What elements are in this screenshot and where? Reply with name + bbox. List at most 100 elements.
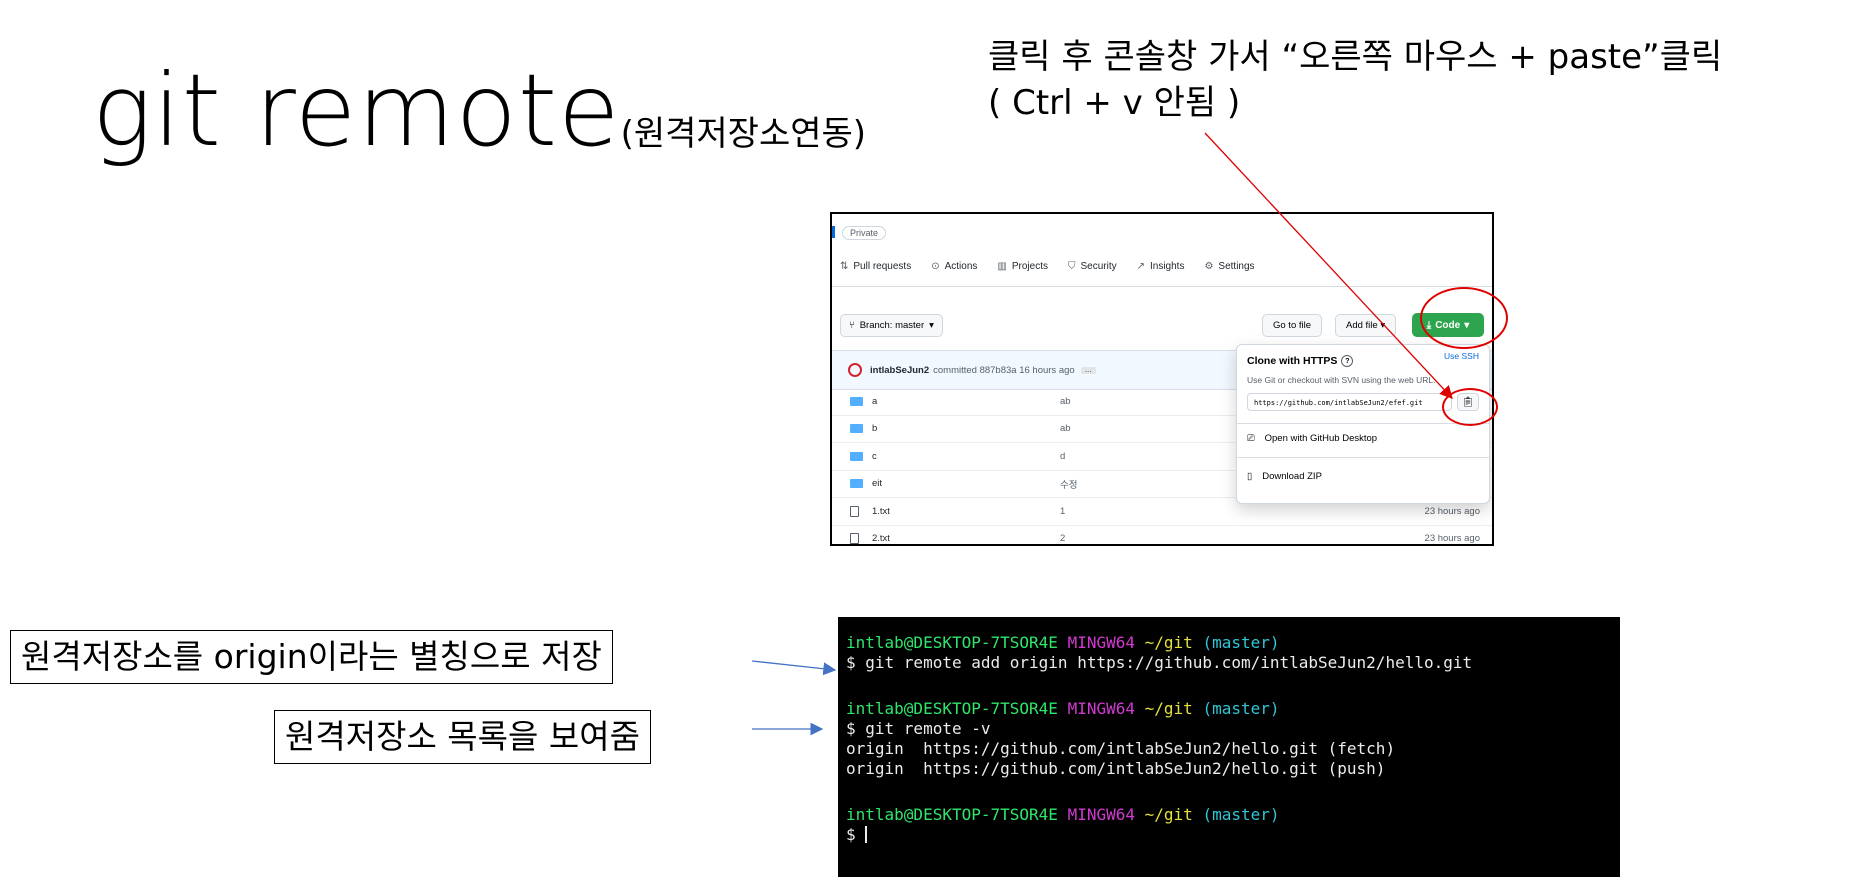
prompt-user: intlab@DESKTOP-7TSOR4E: [846, 633, 1058, 652]
tab-label: Pull requests: [853, 261, 912, 272]
commit-ellipsis-button[interactable]: …: [1080, 366, 1096, 374]
prompt-user: intlab@DESKTOP-7TSOR4E: [846, 699, 1058, 718]
clone-dropdown: Clone with HTTPS? Use SSH Use Git or che…: [1236, 344, 1490, 504]
file-name[interactable]: eit: [872, 478, 882, 489]
tab-label: Security: [1080, 261, 1117, 272]
graph-icon: ↗: [1136, 261, 1145, 272]
avatar: [848, 363, 862, 377]
prompt-branch: (master): [1202, 699, 1280, 718]
edge-mark: [832, 226, 835, 238]
folder-icon: [850, 424, 863, 434]
origin-alias-label: 원격저장소를 origin이라는 별칭으로 저장: [10, 630, 613, 684]
slide-title: git remote(원격저장소연동): [92, 52, 866, 169]
terminal-input-line[interactable]: $: [846, 825, 868, 845]
terminal-prompt: intlab@DESKTOP-7TSOR4E MINGW64 ~/git (ma…: [846, 805, 1280, 825]
instruction-line-1: 클릭 후 콘솔창 가서 “오른쪽 마우스 + paste”클릭: [988, 37, 1723, 77]
branch-select-button[interactable]: ⑂ Branch: master ▾: [840, 314, 943, 337]
github-repo-screenshot: Private ⇅ Pull requests ⊙ Actions ▥ Project…: [830, 212, 1494, 546]
file-row[interactable]: 2.txt 2 23 hours ago: [832, 526, 1492, 545]
terminal-prompt: intlab@DESKTOP-7TSOR4E MINGW64 ~/git (ma…: [846, 633, 1280, 653]
title-sub: (원격저장소연동): [620, 114, 867, 154]
file-commit-message: 수정: [1060, 479, 1078, 491]
play-icon: ⊙: [931, 261, 940, 272]
clone-url-field[interactable]: https://github.com/intlabSeJun2/efef.git: [1247, 393, 1452, 411]
tab-label: Actions: [944, 261, 978, 272]
tab-settings[interactable]: ⚙ Settings: [1204, 261, 1254, 272]
terminal-command: $ git remote add origin https://github.c…: [846, 653, 1473, 672]
gear-icon: ⚙: [1204, 261, 1214, 272]
file-commit-message: ab: [1060, 423, 1071, 435]
code-button-highlight: [1420, 287, 1508, 349]
terminal-prompt: intlab@DESKTOP-7TSOR4E MINGW64 ~/git (ma…: [846, 699, 1280, 719]
prompt-dollar: $: [846, 825, 866, 844]
file-commit-message: d: [1060, 450, 1066, 462]
tab-pull-requests[interactable]: ⇅ Pull requests: [840, 261, 911, 272]
clone-hint: Use Git or checkout with SVN using the w…: [1247, 375, 1436, 385]
prompt-user: intlab@DESKTOP-7TSOR4E: [846, 805, 1058, 824]
go-to-file-button[interactable]: Go to file: [1262, 314, 1323, 337]
clone-title: Clone with HTTPS?: [1247, 355, 1354, 367]
prompt-env: MINGW64: [1067, 805, 1135, 824]
tab-insights[interactable]: ↗ Insights: [1137, 261, 1185, 272]
open-desktop-label: Open with GitHub Desktop: [1264, 433, 1378, 444]
add-file-button[interactable]: Add file ▾: [1335, 314, 1397, 337]
file-commit-message: ab: [1060, 395, 1071, 407]
dropdown-divider: [1237, 423, 1489, 424]
folder-icon: [850, 396, 863, 406]
file-icon: [850, 505, 859, 517]
tab-label: Insights: [1149, 261, 1185, 272]
copy-button-highlight: [1442, 388, 1498, 426]
tab-security[interactable]: ⛉ Security: [1068, 261, 1117, 272]
download-zip-button[interactable]: ▯ Download ZIP: [1247, 471, 1322, 482]
folder-icon: [850, 451, 863, 461]
prompt-path: ~/git: [1144, 633, 1193, 652]
file-name[interactable]: b: [872, 423, 877, 434]
open-desktop-button[interactable]: ⎚ Open with GitHub Desktop: [1247, 433, 1377, 444]
prompt-path: ~/git: [1144, 805, 1193, 824]
terminal-window[interactable]: intlab@DESKTOP-7TSOR4E MINGW64 ~/git (ma…: [838, 617, 1620, 877]
file-commit-message: 1: [1060, 505, 1066, 517]
dropdown-divider: [1237, 457, 1489, 458]
commit-message: committed 887b83a 16 hours ago: [933, 364, 1075, 376]
title-main: git remote: [92, 52, 621, 169]
clone-title-text: Clone with HTTPS: [1247, 355, 1338, 367]
commit-author[interactable]: intlabSeJun2: [870, 365, 929, 376]
file-time: 23 hours ago: [1424, 505, 1480, 517]
file-name[interactable]: c: [872, 451, 877, 462]
file-commit-message: 2: [1060, 533, 1066, 545]
file-name[interactable]: 1.txt: [872, 506, 890, 517]
pull-request-icon: ⇅: [840, 261, 849, 272]
use-ssh-link[interactable]: Use SSH: [1444, 351, 1479, 361]
prompt-path: ~/git: [1144, 699, 1193, 718]
repo-tabs: ⇅ Pull requests ⊙ Actions ▥ Projects ⛉ Secur…: [840, 261, 1255, 272]
remote-list-label: 원격저장소 목록을 보여줌: [274, 710, 651, 764]
instruction-text: 클릭 후 콘솔창 가서 “오른쪽 마우스 + paste”클릭 ( Ctrl +…: [988, 34, 1722, 126]
text-cursor: [865, 826, 868, 843]
add-file-label: Add file: [1346, 320, 1378, 331]
caret-down-icon: ▾: [1380, 320, 1386, 331]
zip-icon: ▯: [1247, 471, 1253, 482]
terminal-command: $ git remote -v: [846, 719, 991, 738]
terminal-output: origin https://github.com/intlabSeJun2/h…: [846, 739, 1396, 758]
tab-projects[interactable]: ▥ Projects: [997, 261, 1048, 272]
branch-icon: ⑂: [849, 320, 855, 331]
private-badge: Private: [842, 226, 887, 240]
caret-down-icon: ▾: [929, 320, 934, 331]
blue-arrow-origin: [751, 660, 837, 676]
tab-label: Projects: [1011, 261, 1048, 272]
prompt-env: MINGW64: [1067, 633, 1135, 652]
terminal-output: origin https://github.com/intlabSeJun2/h…: [846, 759, 1386, 778]
help-icon[interactable]: ?: [1341, 355, 1354, 367]
folder-icon: [850, 479, 863, 489]
file-name[interactable]: a: [872, 396, 877, 407]
tabs-divider: [832, 286, 1492, 287]
download-zip-label: Download ZIP: [1262, 471, 1322, 482]
file-name[interactable]: 2.txt: [872, 533, 890, 544]
prompt-env: MINGW64: [1067, 699, 1135, 718]
shield-icon: ⛉: [1067, 261, 1076, 272]
instruction-line-2: ( Ctrl + v 안됨 ): [988, 83, 1241, 123]
tab-label: Settings: [1218, 261, 1255, 272]
desktop-icon: ⎚: [1247, 433, 1255, 444]
tab-actions[interactable]: ⊙ Actions: [931, 261, 977, 272]
prompt-branch: (master): [1202, 805, 1280, 824]
